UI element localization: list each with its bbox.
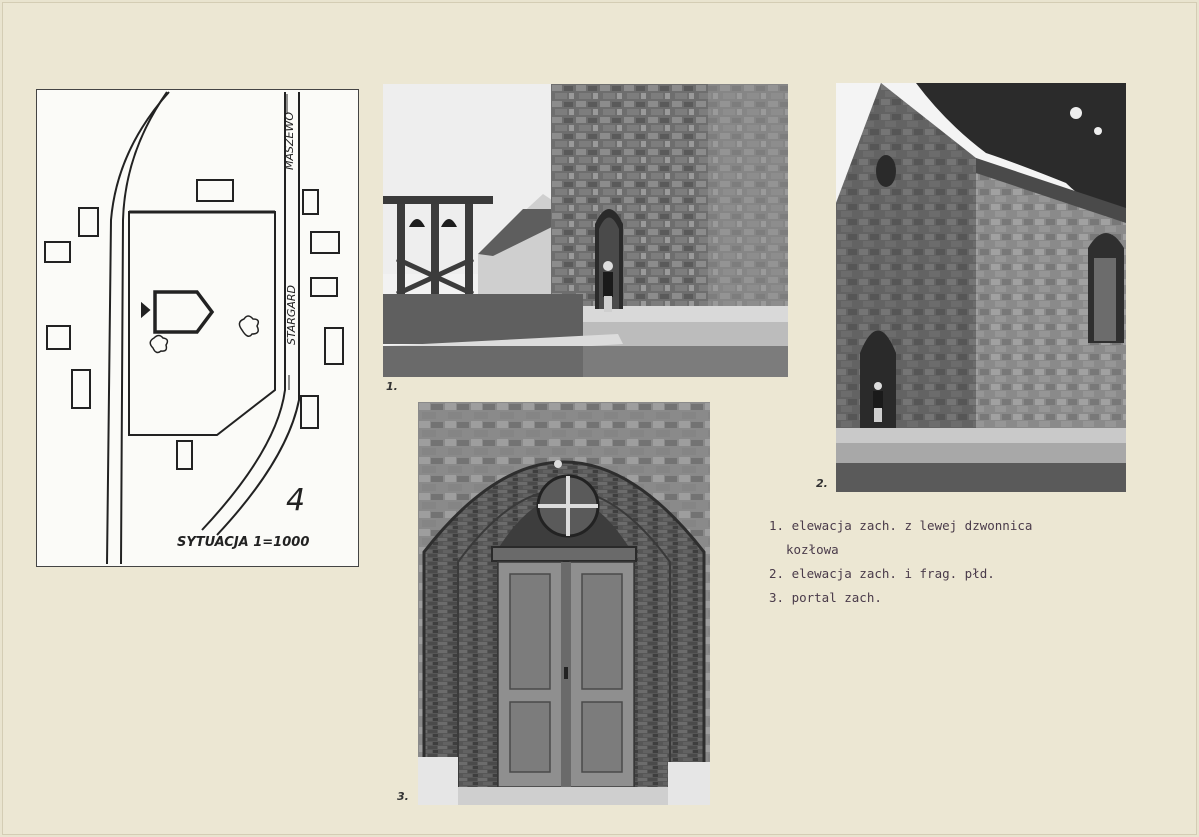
site-plan: MASZEWO STARGARD 4 SYTUACJA 1=1000 [36,89,359,567]
photo-west-south-elevation [836,83,1126,492]
archive-sheet: MASZEWO STARGARD 4 SYTUACJA 1=1000 1. 2.… [2,2,1197,835]
caption-1-line-2: kozłowa [786,542,839,557]
photo-west-elevation-belfry [383,84,788,377]
photo-number-1: 1. [386,380,398,393]
street-label-right: STARGARD [285,285,298,345]
photo-number-2: 2. [816,477,828,490]
sheet-number: 4 [286,483,305,518]
street-label-top: MASZEWO [283,112,296,170]
photo-captions: 1. elewacja zach. z lewej dzwonnica kozł… [769,517,1189,613]
photo-number-3: 3. [397,790,409,803]
caption-1-line-1: 1. elewacja zach. z lewej dzwonnica [769,518,1033,533]
scale-label: SYTUACJA 1=1000 [177,535,309,550]
caption-2: 2. elewacja zach. i frag. płd. [769,566,995,581]
caption-3: 3. portal zach. [769,590,882,605]
site-plan-drawing: MASZEWO STARGARD 4 SYTUACJA 1=1000 [44,91,344,565]
photo-west-portal [418,402,710,805]
